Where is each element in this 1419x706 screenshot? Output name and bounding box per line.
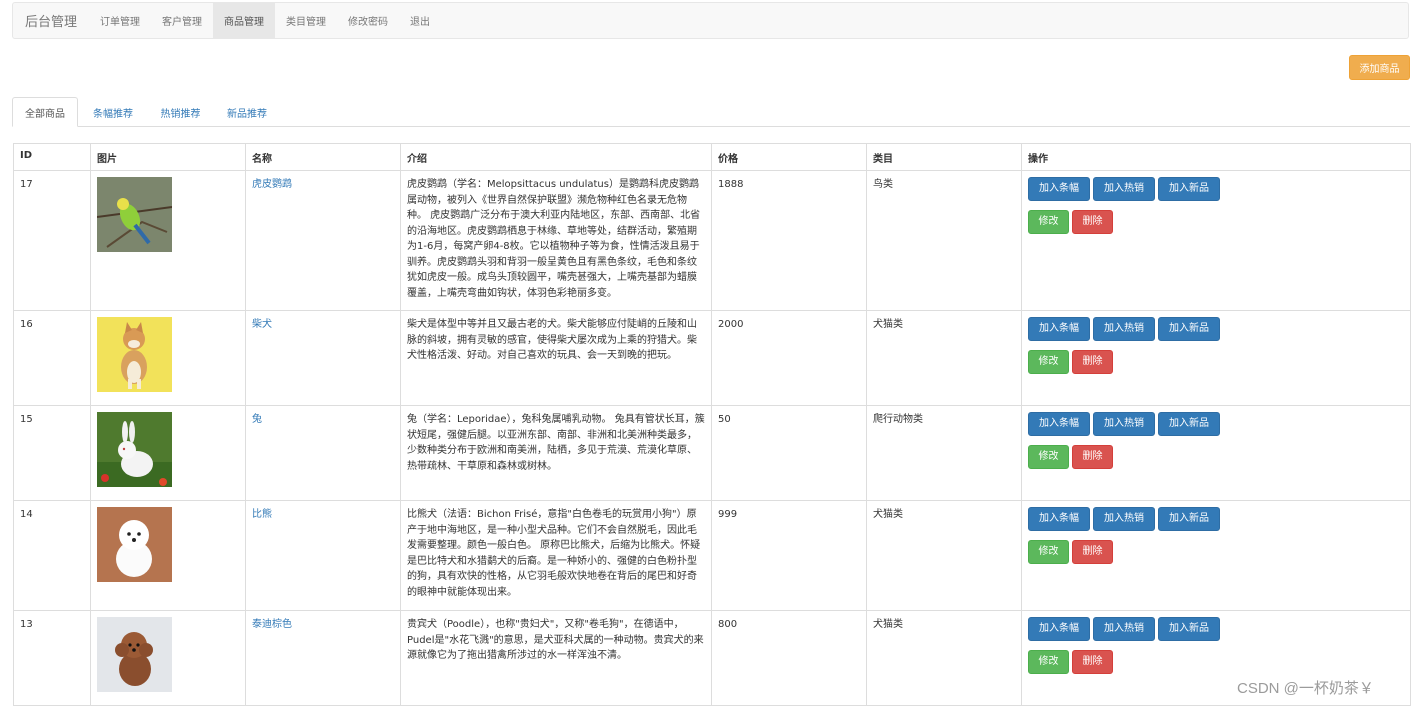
navbar-brand[interactable]: 后台管理	[13, 3, 89, 38]
shiba-image	[97, 317, 172, 392]
nav-product-management[interactable]: 商品管理	[213, 3, 276, 38]
product-name-link[interactable]: 柴犬	[252, 319, 272, 330]
add-to-hot-button[interactable]: 加入热销	[1093, 177, 1155, 201]
cell-image	[90, 170, 246, 311]
add-to-new-button[interactable]: 加入新品	[1158, 412, 1220, 436]
cell-price: 50	[711, 405, 867, 501]
header-actions: 操作	[1021, 143, 1411, 171]
cell-name: 兔	[245, 405, 401, 501]
bichon-image	[97, 507, 172, 582]
header-description: 介绍	[400, 143, 712, 171]
header-category: 类目	[866, 143, 1022, 171]
nav-customer-management[interactable]: 客户管理	[151, 3, 213, 38]
tab-hot-recommend[interactable]: 热销推荐	[147, 97, 214, 127]
cell-description: 柴犬是体型中等并且又最古老的犬。柴犬能够应付陡峭的丘陵和山脉的斜坡，拥有灵敏的感…	[400, 310, 712, 406]
add-to-banner-button[interactable]: 加入条幅	[1028, 412, 1090, 436]
top-navbar: 后台管理 订单管理 客户管理 商品管理 类目管理 修改密码 退出	[12, 2, 1409, 39]
add-to-banner-button[interactable]: 加入条幅	[1028, 507, 1090, 531]
cell-image	[90, 610, 246, 706]
add-to-new-button[interactable]: 加入新品	[1158, 177, 1220, 201]
cell-id: 13	[13, 610, 91, 706]
add-to-new-button[interactable]: 加入新品	[1158, 317, 1220, 341]
cell-id: 16	[13, 310, 91, 406]
cell-name: 比熊	[245, 500, 401, 611]
cell-category: 犬猫类	[866, 500, 1022, 611]
cell-actions: 加入条幅 加入热销 加入新品 修改 删除	[1021, 170, 1411, 311]
product-tabs: 全部商品 条幅推荐 热销推荐 新品推荐	[12, 97, 1410, 127]
product-table: ID 图片 名称 介绍 价格 类目 操作 17 虎皮鹦鹉 虎皮鹦鹉（学名：Mel…	[13, 143, 1411, 706]
edit-button[interactable]: 修改	[1028, 650, 1069, 674]
cell-name: 柴犬	[245, 310, 401, 406]
table-row: 16 柴犬 柴犬是体型中等并且又最古老的犬。柴犬能够应付陡峭的丘陵和山脉的斜坡，…	[13, 310, 1411, 406]
cell-image	[90, 500, 246, 611]
header-image: 图片	[90, 143, 246, 171]
cell-id: 17	[13, 170, 91, 311]
cell-actions: 加入条幅 加入热销 加入新品 修改 删除	[1021, 310, 1411, 406]
add-to-banner-button[interactable]: 加入条幅	[1028, 617, 1090, 641]
cell-description: 贵宾犬（Poodle），也称"贵妇犬"，又称"卷毛狗"，在德语中，Pudel是"…	[400, 610, 712, 706]
cell-description: 兔（学名：Leporidae），兔科兔属哺乳动物。 兔具有管状长耳，簇状短尾，强…	[400, 405, 712, 501]
add-product-button[interactable]: 添加商品	[1349, 55, 1410, 80]
edit-button[interactable]: 修改	[1028, 210, 1069, 234]
add-to-new-button[interactable]: 加入新品	[1158, 507, 1220, 531]
add-to-hot-button[interactable]: 加入热销	[1093, 507, 1155, 531]
header-price: 价格	[711, 143, 867, 171]
tab-new-recommend[interactable]: 新品推荐	[214, 97, 280, 127]
table-row: 15 兔 兔（学名：Leporidae），兔科兔属哺乳动物。 兔具有管状长耳，簇…	[13, 405, 1411, 501]
edit-button[interactable]: 修改	[1028, 445, 1069, 469]
add-to-banner-button[interactable]: 加入条幅	[1028, 177, 1090, 201]
delete-button[interactable]: 删除	[1072, 650, 1113, 674]
cell-actions: 加入条幅 加入热销 加入新品 修改 删除	[1021, 405, 1411, 501]
nav-order-management[interactable]: 订单管理	[89, 3, 151, 38]
cell-category: 犬猫类	[866, 310, 1022, 406]
csdn-watermark: CSDN @一杯奶茶￥	[1237, 680, 1374, 697]
delete-button[interactable]: 删除	[1072, 350, 1113, 374]
poodle-image	[97, 617, 172, 692]
nav-category-management[interactable]: 类目管理	[275, 3, 337, 38]
cell-actions: 加入条幅 加入热销 加入新品 修改 删除	[1021, 500, 1411, 611]
cell-price: 1888	[711, 170, 867, 311]
product-name-link[interactable]: 泰迪棕色	[252, 619, 292, 630]
parakeet-image	[97, 177, 172, 252]
cell-name: 泰迪棕色	[245, 610, 401, 706]
cell-price: 2000	[711, 310, 867, 406]
add-to-hot-button[interactable]: 加入热销	[1093, 617, 1155, 641]
product-name-link[interactable]: 比熊	[252, 509, 272, 520]
add-to-new-button[interactable]: 加入新品	[1158, 617, 1220, 641]
cell-category: 鸟类	[866, 170, 1022, 311]
cell-price: 800	[711, 610, 867, 706]
delete-button[interactable]: 删除	[1072, 210, 1113, 234]
tab-banner-recommend[interactable]: 条幅推荐	[79, 97, 147, 127]
table-row: 13 泰迪棕色 贵宾犬（Poodle），也称"贵妇犬"，又称"卷毛狗"，在德语中…	[13, 610, 1411, 706]
product-name-link[interactable]: 兔	[252, 414, 262, 425]
cell-description: 虎皮鹦鹉（学名：Melopsittacus undulatus）是鹦鹉科虎皮鹦鹉…	[400, 170, 712, 311]
cell-category: 犬猫类	[866, 610, 1022, 706]
cell-price: 999	[711, 500, 867, 611]
add-to-hot-button[interactable]: 加入热销	[1093, 317, 1155, 341]
edit-button[interactable]: 修改	[1028, 350, 1069, 374]
tab-all-products[interactable]: 全部商品	[12, 97, 78, 127]
product-name-link[interactable]: 虎皮鹦鹉	[252, 179, 292, 190]
cell-name: 虎皮鹦鹉	[245, 170, 401, 311]
table-row: 17 虎皮鹦鹉 虎皮鹦鹉（学名：Melopsittacus undulatus）…	[13, 170, 1411, 311]
header-name: 名称	[245, 143, 401, 171]
rabbit-image	[97, 412, 172, 487]
cell-image	[90, 310, 246, 406]
cell-image	[90, 405, 246, 501]
cell-description: 比熊犬（法语：Bichon Frisé，意指"白色卷毛的玩赏用小狗"）原产于地中…	[400, 500, 712, 611]
delete-button[interactable]: 删除	[1072, 445, 1113, 469]
add-to-hot-button[interactable]: 加入热销	[1093, 412, 1155, 436]
edit-button[interactable]: 修改	[1028, 540, 1069, 564]
table-header-row: ID 图片 名称 介绍 价格 类目 操作	[13, 143, 1411, 171]
cell-id: 15	[13, 405, 91, 501]
cell-id: 14	[13, 500, 91, 611]
table-row: 14 比熊 比熊犬（法语：Bichon Frisé，意指"白色卷毛的玩赏用小狗"…	[13, 500, 1411, 611]
add-to-banner-button[interactable]: 加入条幅	[1028, 317, 1090, 341]
delete-button[interactable]: 删除	[1072, 540, 1113, 564]
cell-category: 爬行动物类	[866, 405, 1022, 501]
nav-logout[interactable]: 退出	[399, 3, 441, 38]
header-id: ID	[13, 143, 91, 171]
nav-change-password[interactable]: 修改密码	[337, 3, 399, 38]
